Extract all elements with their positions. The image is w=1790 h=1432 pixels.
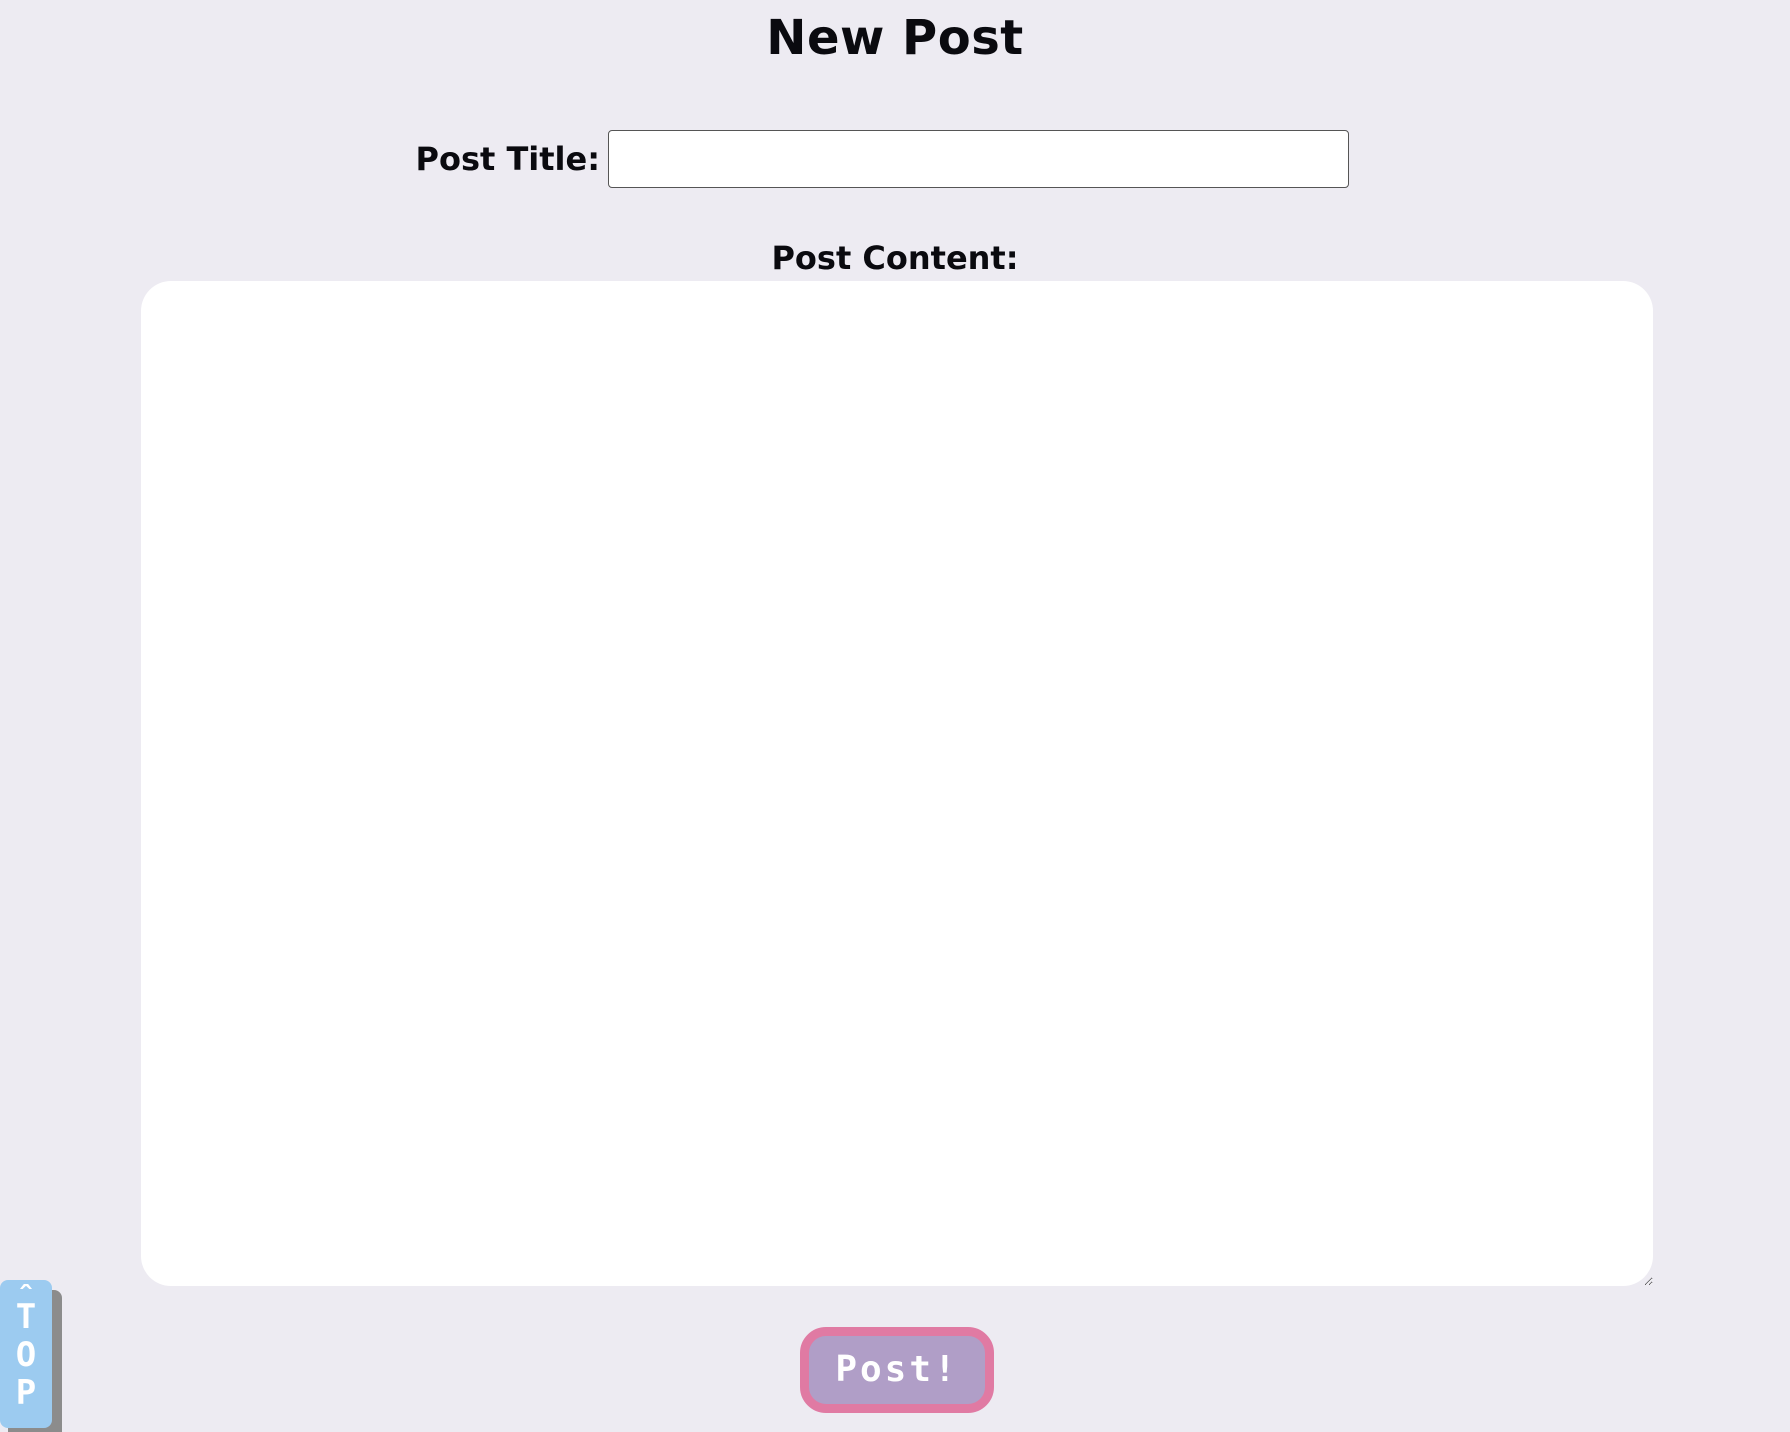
post-title-row: Post Title:: [0, 128, 1790, 190]
post-content-textarea[interactable]: [141, 281, 1653, 1286]
post-title-label: Post Title:: [415, 140, 600, 178]
page-title: New Post: [766, 10, 1024, 66]
scroll-to-top-button[interactable]: ^ TOP: [0, 1280, 52, 1428]
caret-up-icon: ^: [19, 1284, 33, 1298]
post-content-label: Post Content:: [771, 239, 1019, 277]
post-submit-button[interactable]: Post!: [800, 1327, 994, 1413]
post-title-input[interactable]: [608, 130, 1349, 188]
scroll-to-top-label: TOP: [15, 1297, 37, 1413]
